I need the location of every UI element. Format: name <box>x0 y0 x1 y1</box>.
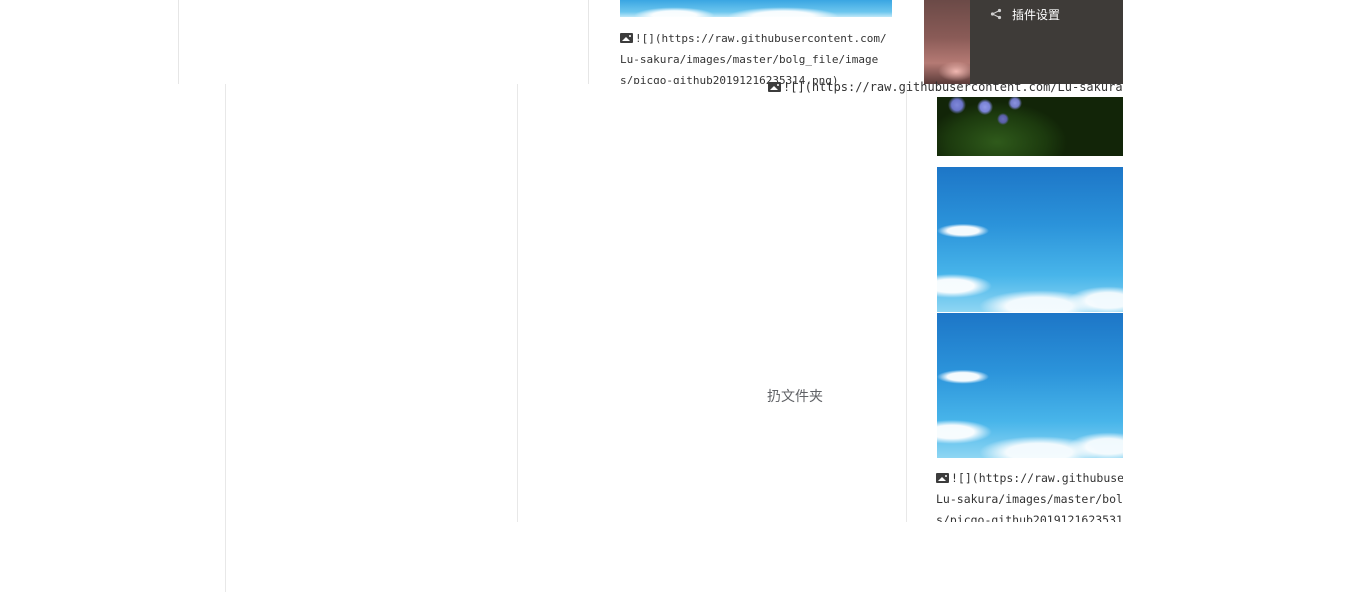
caption-line-2: Lu-sakura/images/master/bolg_ <box>936 492 1123 506</box>
top-markdown-link[interactable]: ![](https://raw.githubusercontent.com/ L… <box>620 28 920 84</box>
image-caption[interactable]: ![](https://raw.githubuserc Lu-sakura/im… <box>936 468 1123 522</box>
image-icon <box>768 82 781 92</box>
top-overlay-window: ![](https://raw.githubusercontent.com/ L… <box>178 0 1123 84</box>
gallery-image-flower[interactable] <box>937 97 1123 156</box>
image-icon <box>936 473 949 483</box>
overlay-divider-middle <box>588 0 589 84</box>
divider-right <box>906 84 907 522</box>
share-icon <box>990 8 1002 20</box>
plugin-menu: 插件设置 <box>970 0 1123 84</box>
image-icon <box>620 33 633 43</box>
top-link-line-1: ![](https://raw.githubusercontent.com/ <box>635 32 887 45</box>
caption-line-3: s/picgo-github20191216235314. <box>936 513 1123 522</box>
caption-line-1: ![](https://raw.githubuserc <box>951 471 1123 485</box>
gallery-image-sky-2[interactable] <box>937 313 1123 458</box>
folder-label: 扔文件夹 <box>767 388 823 404</box>
drag-preview-markdown: ![](https://raw.githubusercontent.com/Lu… <box>768 77 1123 97</box>
plugin-context-menu: 插件设置 <box>924 0 1123 84</box>
overlay-divider-left <box>178 0 179 84</box>
drag-preview-text: ![](https://raw.githubusercontent.com/Lu… <box>783 80 1123 94</box>
thumbnail-photo <box>924 0 970 84</box>
top-image-sky[interactable] <box>620 0 892 17</box>
top-link-line-2: Lu-sakura/images/master/bolg_file/image <box>620 53 879 66</box>
divider-left <box>225 84 226 592</box>
divider-middle <box>517 84 518 522</box>
plugin-settings-label: 插件设置 <box>1012 7 1061 22</box>
gallery-image-sky-1[interactable] <box>937 167 1123 312</box>
plugin-settings-item[interactable]: 插件设置 <box>990 5 1060 23</box>
